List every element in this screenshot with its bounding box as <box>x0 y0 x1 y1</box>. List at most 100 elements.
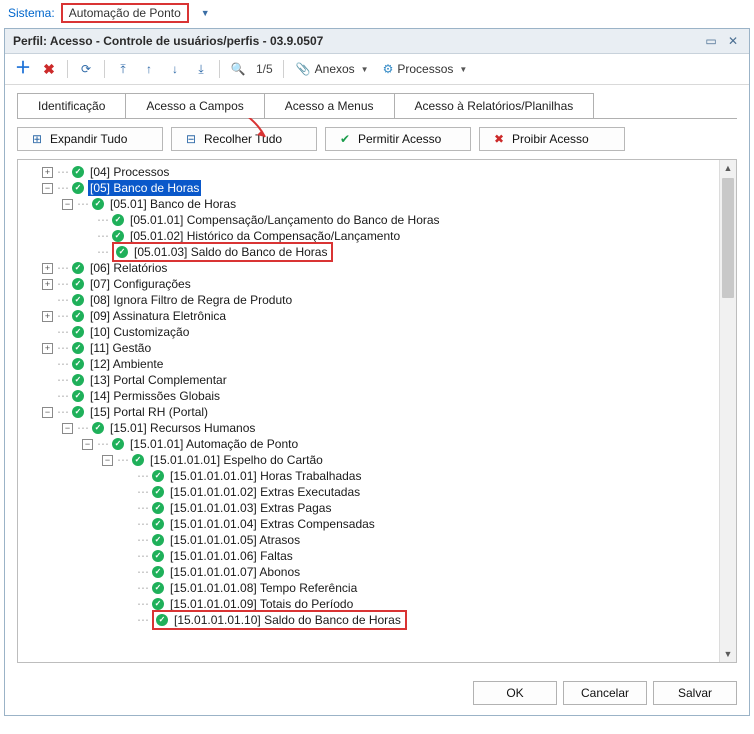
tree-item[interactable]: [15.01.01.01.08] Tempo Referência <box>168 580 359 596</box>
toolbar-separator <box>283 60 284 78</box>
toolbar-separator <box>67 60 68 78</box>
save-button[interactable]: Salvar <box>653 681 737 705</box>
tab-acesso-menus[interactable]: Acesso a Menus <box>265 93 395 118</box>
tree-item[interactable]: [07] Configurações <box>88 276 193 292</box>
tree-panel: +⋯✓[04] Processos −⋯✓[05] Banco de Horas… <box>17 159 737 663</box>
up-arrow-icon: ↑ <box>146 62 152 76</box>
status-allowed-icon: ✓ <box>72 182 84 194</box>
tree-expander[interactable]: + <box>42 263 53 274</box>
tree-item[interactable]: [15.01.01.01.06] Faltas <box>168 548 295 564</box>
search-icon: 🔍 <box>231 62 246 76</box>
status-allowed-icon: ✓ <box>92 422 104 434</box>
scrollbar-vertical[interactable]: ▲ ▼ <box>719 160 736 662</box>
page-counter: 1/5 <box>252 62 277 76</box>
tab-identificacao[interactable]: Identificação <box>17 93 126 118</box>
tree-item[interactable]: [09] Assinatura Eletrônica <box>88 308 228 324</box>
tree-item[interactable]: [11] Gestão <box>88 340 153 356</box>
tab-acesso-campos[interactable]: Acesso a Campos <box>126 93 264 118</box>
tree-item[interactable]: [08] Ignora Filtro de Regra de Produto <box>88 292 294 308</box>
status-allowed-icon: ✓ <box>72 262 84 274</box>
scroll-thumb[interactable] <box>722 178 734 298</box>
tree-item[interactable]: [15.01.01] Automação de Ponto <box>128 436 300 452</box>
paperclip-icon: 📎 <box>296 62 311 76</box>
tree-item[interactable]: [10] Customização <box>88 324 191 340</box>
attachments-label: Anexos <box>315 62 355 76</box>
tree-item[interactable]: [04] Processos <box>88 164 171 180</box>
status-allowed-icon: ✓ <box>72 166 84 178</box>
refresh-button[interactable]: ⟳ <box>74 57 98 81</box>
delete-button[interactable]: ✖ <box>37 57 61 81</box>
first-button[interactable]: ⤒ <box>111 57 135 81</box>
tree-item[interactable]: [13] Portal Complementar <box>88 372 229 388</box>
tree-viewport: +⋯✓[04] Processos −⋯✓[05] Banco de Horas… <box>18 160 720 662</box>
tree-item[interactable]: [15] Portal RH (Portal) <box>88 404 210 420</box>
status-allowed-icon: ✓ <box>72 374 84 386</box>
last-button[interactable]: ⤓ <box>189 57 213 81</box>
window-close-icon[interactable]: ✕ <box>725 34 741 48</box>
system-value[interactable]: Automação de Ponto <box>61 3 189 23</box>
allow-access-label: Permitir Acesso <box>358 132 441 146</box>
prev-button[interactable]: ↑ <box>137 57 161 81</box>
tabs: Identificação Acesso a Campos Acesso a M… <box>5 85 749 118</box>
tree-actions: ⊞Expandir Tudo ⊟ Recolher Tudo ✔ Permitir … <box>5 119 749 159</box>
search-button[interactable]: 🔍 <box>226 57 250 81</box>
tab-acesso-relatorios[interactable]: Acesso à Relatórios/Planilhas <box>395 93 595 118</box>
tree-item[interactable]: [15.01.01.01] Espelho do Cartão <box>148 452 325 468</box>
tree-item[interactable]: [15.01.01.01.02] Extras Executadas <box>168 484 362 500</box>
tree-item-highlighted[interactable]: ✓[05.01.03] Saldo do Banco de Horas <box>112 242 333 262</box>
chevron-down-icon: ▼ <box>459 65 467 74</box>
tree-item[interactable]: [12] Ambiente <box>88 356 165 372</box>
collapse-icon: ⊟ <box>184 132 198 146</box>
status-allowed-icon: ✓ <box>152 598 164 610</box>
allow-access-button[interactable]: ✔ Permitir Acesso <box>325 127 471 151</box>
tree-item[interactable]: [15.01] Recursos Humanos <box>108 420 257 436</box>
tree-expander[interactable]: − <box>102 455 113 466</box>
tree-item[interactable]: [15.01.01.01.05] Atrasos <box>168 532 302 548</box>
tree-expander[interactable]: − <box>62 423 73 434</box>
tree-expander[interactable]: − <box>62 199 73 210</box>
tree-expander[interactable]: − <box>42 407 53 418</box>
tree-expander[interactable]: + <box>42 311 53 322</box>
window-titlebar: Perfil: Acesso - Controle de usuários/pe… <box>5 29 749 54</box>
status-allowed-icon: ✓ <box>152 534 164 546</box>
collapse-all-label: Recolher Tudo <box>204 132 282 146</box>
tree-item-highlighted[interactable]: ✓[15.01.01.01.10] Saldo do Banco de Hora… <box>152 610 407 630</box>
scroll-down-icon[interactable]: ▼ <box>720 646 736 662</box>
processes-dropdown[interactable]: ⚙ Processos ▼ <box>377 62 474 76</box>
tree-item[interactable]: [15.01.01.01.03] Extras Pagas <box>168 500 333 516</box>
system-dropdown-icon[interactable]: ▼ <box>201 8 210 18</box>
tree-item[interactable]: [14] Permissões Globais <box>88 388 222 404</box>
tree-item[interactable]: [05.01] Banco de Horas <box>108 196 238 212</box>
attachments-dropdown[interactable]: 📎 Anexos ▼ <box>290 62 375 76</box>
toolbar-separator <box>104 60 105 78</box>
tree-expander[interactable]: − <box>82 439 93 450</box>
plus-icon: ＋ <box>15 61 31 77</box>
ok-button[interactable]: OK <box>473 681 557 705</box>
down-arrow-icon: ↓ <box>172 62 178 76</box>
status-allowed-icon: ✓ <box>132 454 144 466</box>
tree-item[interactable]: [15.01.01.01.01] Horas Trabalhadas <box>168 468 363 484</box>
tree-item[interactable]: [15.01.01.01.04] Extras Compensadas <box>168 516 377 532</box>
tree-item[interactable]: [15.01.01.01.07] Abonos <box>168 564 302 580</box>
tree-expander[interactable]: − <box>42 183 53 194</box>
deny-access-button[interactable]: ✖Proibir Acesso <box>479 127 625 151</box>
status-allowed-icon: ✓ <box>156 614 168 626</box>
tree-item-selected[interactable]: [05] Banco de Horas <box>88 180 201 196</box>
dialog-footer: OK Cancelar Salvar <box>5 671 749 715</box>
check-icon: ✔ <box>338 132 352 146</box>
first-icon: ⤒ <box>120 62 125 77</box>
scroll-up-icon[interactable]: ▲ <box>720 160 736 176</box>
tree-expander[interactable]: + <box>42 167 53 178</box>
tree-item[interactable]: [06] Relatórios <box>88 260 169 276</box>
status-allowed-icon: ✓ <box>72 390 84 402</box>
tree-expander[interactable]: + <box>42 343 53 354</box>
tree-item[interactable]: [05.01.01] Compensação/Lançamento do Ban… <box>128 212 442 228</box>
cancel-button[interactable]: Cancelar <box>563 681 647 705</box>
collapse-all-button[interactable]: ⊟ Recolher Tudo <box>171 127 317 151</box>
window-restore-icon[interactable]: ▭ <box>703 34 719 48</box>
next-button[interactable]: ↓ <box>163 57 187 81</box>
add-button[interactable]: ＋ <box>11 57 35 81</box>
expand-all-button[interactable]: ⊞Expandir Tudo <box>17 127 163 151</box>
status-allowed-icon: ✓ <box>72 310 84 322</box>
tree-expander[interactable]: + <box>42 279 53 290</box>
